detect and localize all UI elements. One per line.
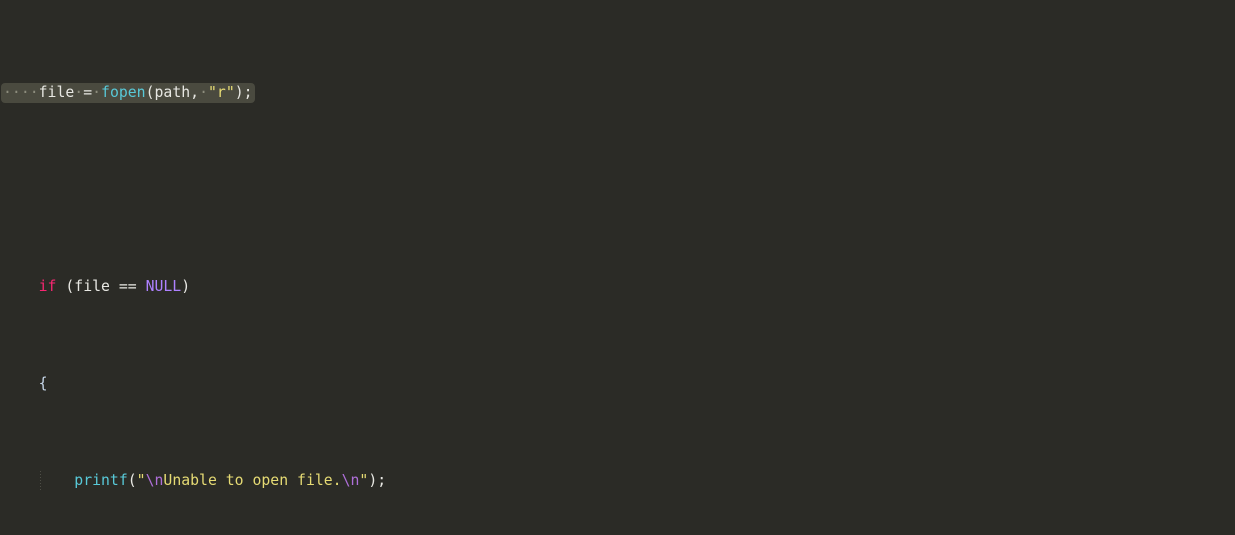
code-line-if-file-null[interactable]: if (file == NULL) [0, 277, 1235, 296]
paren-close: ) [181, 277, 191, 295]
identifier-file: file [38, 83, 75, 101]
code-line-selected[interactable]: ····file·=·fopen(path,·"r"); [0, 82, 1235, 103]
stmt-tail: ); [368, 471, 387, 489]
escape-newline: \n [341, 471, 360, 489]
quote-close: " [359, 471, 369, 489]
space-dot-3: · [199, 83, 208, 101]
identifier-path: path [154, 83, 191, 101]
assign-operator: = [83, 83, 93, 101]
space-dots-indent: ···· [3, 83, 39, 101]
paren-open: ( [127, 471, 137, 489]
if-condition-text: (file == [56, 277, 146, 295]
indent-guide-icon [40, 470, 41, 491]
comma: , [190, 83, 200, 101]
string-body: Unable to open file. [163, 471, 342, 489]
escape-newline: \n [145, 471, 164, 489]
code-line-open-brace-1[interactable]: { [0, 374, 1235, 393]
quote-open: " [136, 471, 146, 489]
string-mode-r: "r" [208, 83, 235, 101]
brace-open: { [38, 374, 48, 392]
space-dot-2: · [92, 83, 102, 101]
line1-tail: ); [234, 83, 253, 101]
constant-null: NULL [145, 277, 182, 295]
code-editor-viewport[interactable]: ····file·=·fopen(path,·"r"); if (file ==… [0, 0, 1235, 535]
function-fopen: fopen [101, 83, 146, 101]
keyword-if: if [38, 277, 57, 295]
code-line-blank[interactable] [0, 180, 1235, 199]
code-line-printf-unable[interactable]: printf("\nUnable to open file.\n"); [0, 470, 1235, 491]
paren-open: ( [145, 83, 155, 101]
space-dot-1: · [74, 83, 84, 101]
function-printf: printf [74, 471, 128, 489]
selection-highlight[interactable]: ····file·=·fopen(path,·"r"); [1, 82, 255, 103]
